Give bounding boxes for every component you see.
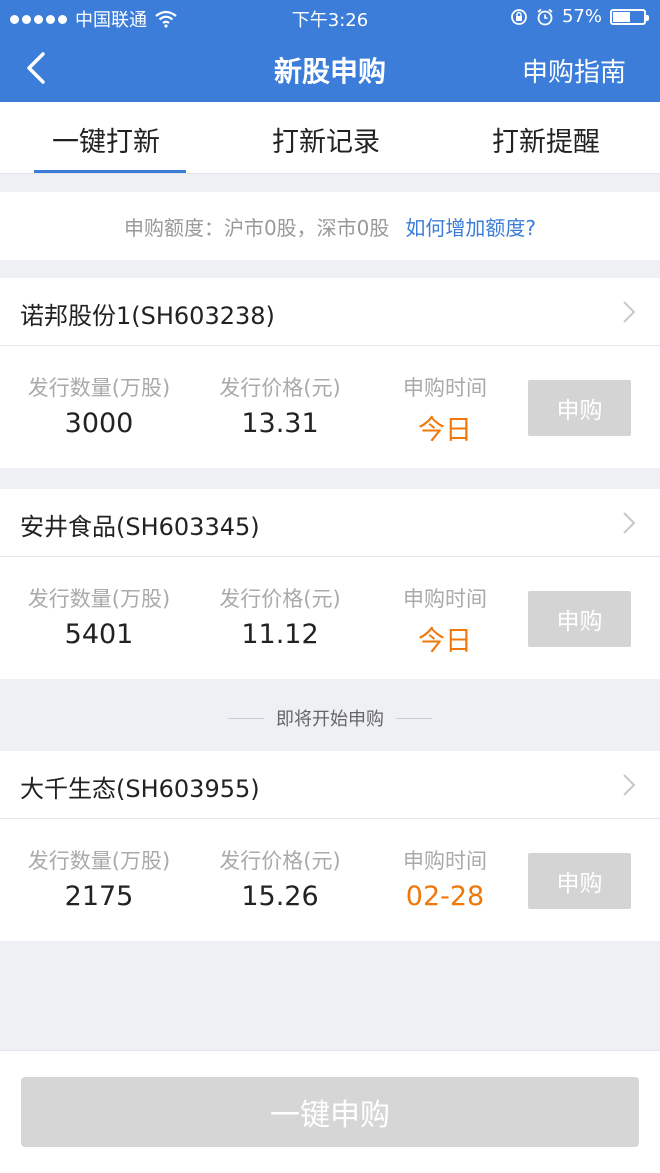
stock-card: 安井食品(SH603345) 发行数量(万股) 5401 发行价格(元) 11.12… xyxy=(0,489,660,679)
subscribe-time-value: 今日 xyxy=(418,626,472,657)
nav-bar: 新股申购 申购指南 xyxy=(0,34,660,102)
issue-price-value: 15.26 xyxy=(241,881,319,912)
stock-card: 大千生态(SH603955) 发行数量(万股) 2175 发行价格(元) 15.26… xyxy=(0,751,660,941)
issue-qty-label: 发行数量(万股) xyxy=(27,849,171,873)
issue-price-label: 发行价格(元) xyxy=(219,849,341,873)
one-click-subscribe-button[interactable]: 一键申购 xyxy=(21,1077,639,1147)
chevron-right-icon xyxy=(623,301,636,323)
chevron-right-icon xyxy=(623,512,636,534)
battery-level xyxy=(613,11,631,22)
chevron-right-icon xyxy=(623,774,636,796)
subscribe-button[interactable]: 申购 xyxy=(528,380,631,436)
subscribe-time-label: 申购时间 xyxy=(403,376,487,400)
increase-quota-link[interactable]: 如何增加额度? xyxy=(405,212,536,241)
issue-price-label: 发行价格(元) xyxy=(219,376,341,400)
issue-price-value: 11.12 xyxy=(241,619,319,650)
subscribe-time-value: 今日 xyxy=(418,415,472,446)
stock-header[interactable]: 诺邦股份1(SH603238) xyxy=(0,278,660,346)
divider-line xyxy=(396,717,432,719)
quota-text: 申购额度：沪市0股，深市0股 xyxy=(123,215,390,240)
quota-bar: 申购额度：沪市0股，深市0股 如何增加额度? xyxy=(0,192,660,260)
status-bar: 中国联通 下午3:26 57% xyxy=(0,0,660,34)
subscribe-time-label: 申购时间 xyxy=(403,849,487,873)
battery-icon xyxy=(610,8,649,25)
upcoming-label: 即将开始申购 xyxy=(276,709,384,730)
tab-bar: 一键打新 打新记录 打新提醒 xyxy=(0,102,660,174)
subscribe-button[interactable]: 申购 xyxy=(528,591,631,647)
issue-qty-value: 5401 xyxy=(64,619,134,650)
alarm-icon xyxy=(537,8,553,25)
stock-name: 大千生态(SH603955) xyxy=(20,775,260,803)
issue-qty-label: 发行数量(万股) xyxy=(27,376,171,400)
upcoming-divider: 即将开始申购 xyxy=(0,700,660,736)
issue-qty-value: 3000 xyxy=(64,408,134,439)
active-tab-indicator xyxy=(34,170,186,173)
subscribe-time-label: 申购时间 xyxy=(403,587,487,611)
stock-card: 诺邦股份1(SH603238) 发行数量(万股) 3000 发行价格(元) 13.3… xyxy=(0,278,660,468)
issue-price-label: 发行价格(元) xyxy=(219,587,341,611)
divider-line xyxy=(228,717,264,719)
issue-qty-value: 2175 xyxy=(64,881,134,912)
subscription-guide-link[interactable]: 申购指南 xyxy=(522,52,626,89)
issue-qty-label: 发行数量(万股) xyxy=(27,587,171,611)
bottom-bar: 一键申购 xyxy=(0,1050,660,1173)
tab-records[interactable]: 打新记录 xyxy=(272,120,380,159)
rotation-lock-icon xyxy=(511,8,527,25)
stock-header[interactable]: 安井食品(SH603345) xyxy=(0,489,660,557)
tab-one-click[interactable]: 一键打新 xyxy=(52,120,160,159)
tab-reminders[interactable]: 打新提醒 xyxy=(492,120,600,159)
stock-header[interactable]: 大千生态(SH603955) xyxy=(0,751,660,819)
stock-name: 诺邦股份1(SH603238) xyxy=(20,302,275,330)
battery-percent: 57% xyxy=(561,6,602,27)
issue-price-value: 13.31 xyxy=(241,408,319,439)
stock-name: 安井食品(SH603345) xyxy=(20,513,260,541)
subscribe-time-value: 02-28 xyxy=(405,881,485,912)
subscribe-button[interactable]: 申购 xyxy=(528,853,631,909)
